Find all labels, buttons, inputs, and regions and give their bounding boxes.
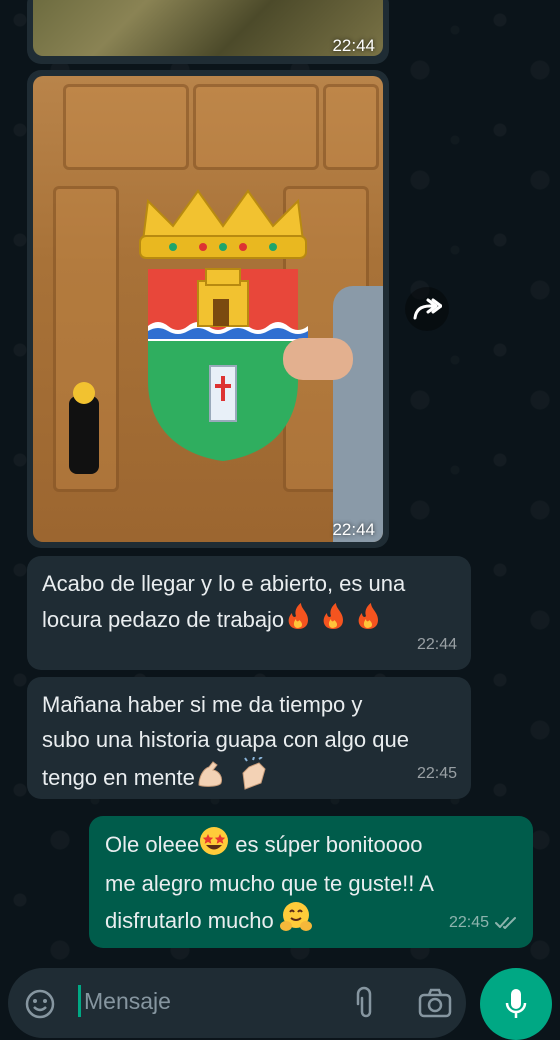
hugging-face-emoji-icon: [279, 901, 312, 943]
message-text-line: es súper bonitoooo: [229, 831, 423, 857]
image-message-2[interactable]: 22:44: [27, 70, 389, 548]
forward-icon: [413, 298, 442, 320]
image-preview[interactable]: [33, 0, 383, 56]
message-meta: 22:45: [449, 905, 519, 940]
message-text-line: subo una historia guapa con algo que: [42, 727, 409, 752]
person-hand: [283, 338, 353, 380]
image-message-1[interactable]: 22:44: [27, 0, 389, 64]
mic-button[interactable]: [480, 968, 552, 1040]
message-time: 22:45: [448, 914, 489, 931]
camera-icon[interactable]: [418, 988, 452, 1018]
message-time: 22:44: [332, 36, 375, 55]
attach-icon[interactable]: [352, 986, 376, 1022]
message-text-line: tengo en mente: [42, 764, 195, 790]
message-time: 22:45: [416, 765, 457, 782]
message-meta: 22:45: [417, 756, 457, 791]
message-text-line: locura pedazo de trabajo: [42, 606, 285, 632]
forward-button[interactable]: [405, 287, 449, 331]
fire-emoji-icon: [284, 601, 380, 641]
message-text-line: Acabo de llegar y lo e abierto, es una: [42, 571, 406, 596]
image-preview[interactable]: [33, 76, 383, 542]
text-cursor: [78, 985, 81, 1017]
message-composer[interactable]: Mensaje: [8, 968, 466, 1038]
emoji-icon[interactable]: [24, 988, 56, 1020]
message-bubble-outgoing[interactable]: Ole oleee es súper bonitoooo me alegro m…: [89, 816, 533, 948]
message-text-line: disfrutarlo mucho: [105, 907, 280, 933]
flexed-biceps-emoji-icon: [195, 759, 225, 799]
message-text-line: Ole oleee: [105, 831, 200, 857]
message-text-line: Mañana haber si me da tiempo y: [42, 692, 363, 717]
person-arm: [333, 286, 383, 542]
clapping-hands-emoji-icon: [237, 756, 271, 801]
message-meta: 22:44: [417, 627, 457, 662]
star-struck-emoji-icon: [199, 826, 229, 866]
double-check-icon: [495, 916, 516, 929]
toy-figure: [69, 382, 99, 474]
message-text-line: me alegro mucho que te guste!! A: [105, 871, 434, 896]
message-time: 22:44: [416, 636, 457, 653]
message-bubble-incoming[interactable]: Mañana haber si me da tiempo y subo una …: [27, 677, 471, 799]
message-bubble-incoming[interactable]: Acabo de llegar y lo e abierto, es una l…: [27, 556, 471, 670]
mic-icon: [505, 989, 527, 1018]
message-time: 22:44: [332, 520, 375, 539]
